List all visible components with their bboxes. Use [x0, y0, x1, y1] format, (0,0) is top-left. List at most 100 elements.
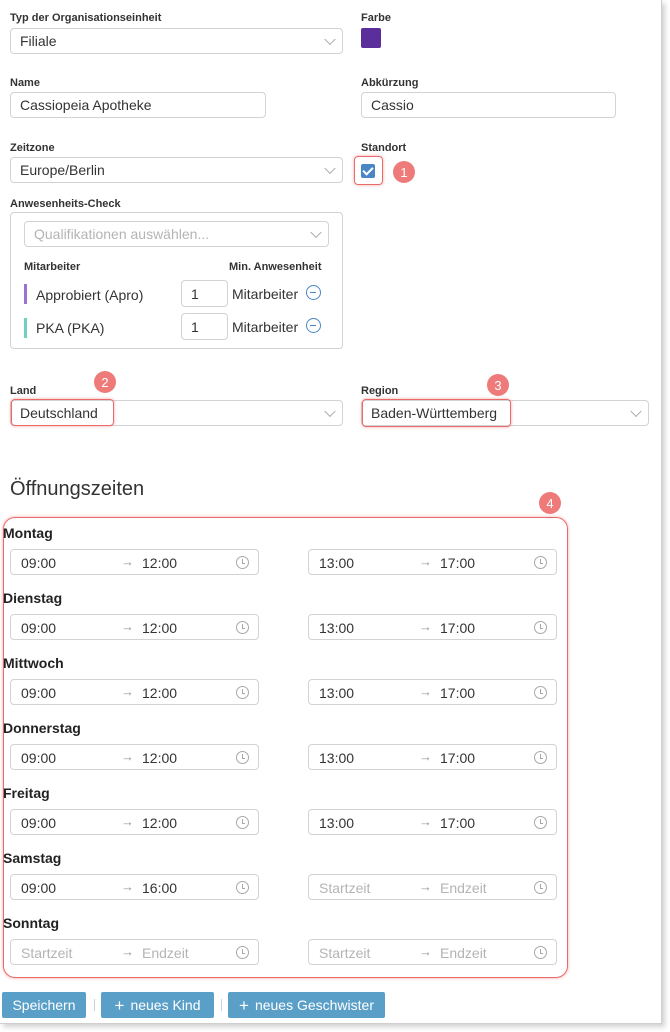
highlight-region — [362, 399, 511, 427]
min-count-input[interactable]: 1 — [181, 280, 228, 307]
time-range-picker[interactable]: Startzeit → Endzeit — [10, 939, 259, 965]
callout-badge-4: 4 — [539, 492, 561, 514]
end-time[interactable]: 17:00 — [440, 815, 475, 831]
org-type-select[interactable]: Filiale — [10, 28, 343, 54]
start-time[interactable]: 09:00 — [21, 555, 56, 571]
time-range-picker[interactable]: 13:00 → 17:00 — [308, 809, 557, 835]
start-time[interactable]: 13:00 — [319, 685, 354, 701]
start-time[interactable]: 09:00 — [21, 685, 56, 701]
abbreviation-value: Cassio — [371, 97, 414, 113]
time-range-picker[interactable]: 09:00 → 12:00 — [10, 549, 259, 575]
time-range-picker[interactable]: 13:00 → 17:00 — [308, 614, 557, 640]
time-range-picker[interactable]: 13:00 → 17:00 — [308, 744, 557, 770]
location-label: Standort — [361, 142, 407, 154]
button-separator — [221, 999, 222, 1011]
end-time[interactable]: 12:00 — [142, 750, 177, 766]
form-panel: Typ der Organisationseinheit Filiale Far… — [0, 0, 662, 1024]
employee-column-header: Mitarbeiter — [24, 261, 81, 273]
end-time[interactable]: 12:00 — [142, 685, 177, 701]
end-time[interactable]: 17:00 — [440, 620, 475, 636]
org-type-label: Typ der Organisationseinheit — [10, 12, 162, 24]
qualification-name: Approbiert (Apro) — [36, 287, 144, 303]
end-time[interactable]: 17:00 — [440, 555, 475, 571]
name-value: Cassiopeia Apotheke — [20, 97, 152, 113]
abbreviation-label: Abkürzung — [361, 77, 419, 89]
qualifications-placeholder: Qualifikationen auswählen... — [34, 226, 210, 242]
start-time[interactable]: 09:00 — [21, 620, 56, 636]
end-time[interactable]: 12:00 — [142, 555, 177, 571]
arrow-right-icon: → — [419, 814, 432, 829]
day-label: Montag — [3, 525, 53, 541]
chevron-down-icon — [324, 405, 336, 418]
qualification-color-bar — [24, 318, 27, 338]
new-sibling-button[interactable]: + neues Geschwister — [228, 992, 385, 1018]
time-range-picker[interactable]: 09:00 → 12:00 — [10, 809, 259, 835]
end-time[interactable]: 12:00 — [142, 815, 177, 831]
highlight-country — [11, 399, 114, 426]
save-button[interactable]: Speichern — [2, 992, 86, 1018]
callout-badge-1: 1 — [393, 161, 415, 183]
day-label: Freitag — [3, 785, 50, 801]
time-range-picker[interactable]: Startzeit → Endzeit — [308, 939, 557, 965]
country-label: Land — [10, 385, 37, 397]
end-time[interactable]: 17:00 — [440, 750, 475, 766]
arrow-right-icon: → — [121, 944, 134, 959]
new-child-button[interactable]: + neues Kind — [101, 992, 214, 1018]
start-time-placeholder[interactable]: Startzeit — [21, 945, 72, 961]
time-range-picker[interactable]: 09:00 → 12:00 — [10, 614, 259, 640]
end-time[interactable]: 17:00 — [440, 685, 475, 701]
time-range-picker[interactable]: 09:00 → 12:00 — [10, 679, 259, 705]
min-count-unit: Mitarbeiter — [232, 286, 299, 302]
arrow-right-icon: → — [419, 749, 432, 764]
min-count-input[interactable]: 1 — [181, 313, 228, 340]
remove-circle-icon[interactable] — [306, 285, 321, 300]
arrow-right-icon: → — [419, 554, 432, 569]
time-range-picker[interactable]: 09:00 → 12:00 — [10, 744, 259, 770]
chevron-down-icon — [310, 226, 322, 239]
end-time[interactable]: 12:00 — [142, 620, 177, 636]
plus-icon: + — [239, 995, 249, 1015]
color-swatch[interactable] — [361, 28, 381, 48]
start-time[interactable]: 13:00 — [319, 815, 354, 831]
chevron-down-icon — [324, 33, 336, 46]
arrow-right-icon: → — [419, 684, 432, 699]
time-range-picker[interactable]: Startzeit → Endzeit — [308, 874, 557, 900]
timezone-label: Zeitzone — [10, 142, 55, 154]
end-time-placeholder[interactable]: Endzeit — [440, 945, 487, 961]
clock-icon — [534, 621, 547, 634]
location-checkbox[interactable] — [361, 164, 375, 178]
timezone-value: Europe/Berlin — [20, 162, 105, 178]
start-time[interactable]: 13:00 — [319, 750, 354, 766]
callout-badge-2: 2 — [94, 371, 116, 393]
start-time-placeholder[interactable]: Startzeit — [319, 945, 370, 961]
day-label: Samstag — [3, 850, 62, 866]
new-child-button-label: neues Kind — [130, 997, 201, 1013]
name-input[interactable]: Cassiopeia Apotheke — [10, 92, 266, 118]
start-time-placeholder[interactable]: Startzeit — [319, 880, 370, 896]
clock-icon — [534, 881, 547, 894]
end-time-placeholder[interactable]: Endzeit — [440, 880, 487, 896]
clock-icon — [534, 816, 547, 829]
arrow-right-icon: → — [121, 879, 134, 894]
day-label: Donnerstag — [3, 720, 81, 736]
name-label: Name — [10, 77, 40, 89]
time-range-picker[interactable]: 13:00 → 17:00 — [308, 549, 557, 575]
abbreviation-input[interactable]: Cassio — [361, 92, 616, 118]
qualifications-select[interactable]: Qualifikationen auswählen... — [24, 221, 329, 247]
start-time[interactable]: 09:00 — [21, 750, 56, 766]
clock-icon — [236, 816, 249, 829]
day-label: Mittwoch — [3, 655, 64, 671]
end-time-placeholder[interactable]: Endzeit — [142, 945, 189, 961]
end-time[interactable]: 16:00 — [142, 880, 177, 896]
clock-icon — [236, 686, 249, 699]
arrow-right-icon: → — [121, 684, 134, 699]
start-time[interactable]: 13:00 — [319, 620, 354, 636]
timezone-select[interactable]: Europe/Berlin — [10, 157, 343, 183]
time-range-picker[interactable]: 13:00 → 17:00 — [308, 679, 557, 705]
remove-circle-icon[interactable] — [306, 318, 321, 333]
time-range-picker[interactable]: 09:00 → 16:00 — [10, 874, 259, 900]
opening-hours-title: Öffnungszeiten — [10, 478, 145, 500]
start-time[interactable]: 13:00 — [319, 555, 354, 571]
start-time[interactable]: 09:00 — [21, 815, 56, 831]
start-time[interactable]: 09:00 — [21, 880, 56, 896]
